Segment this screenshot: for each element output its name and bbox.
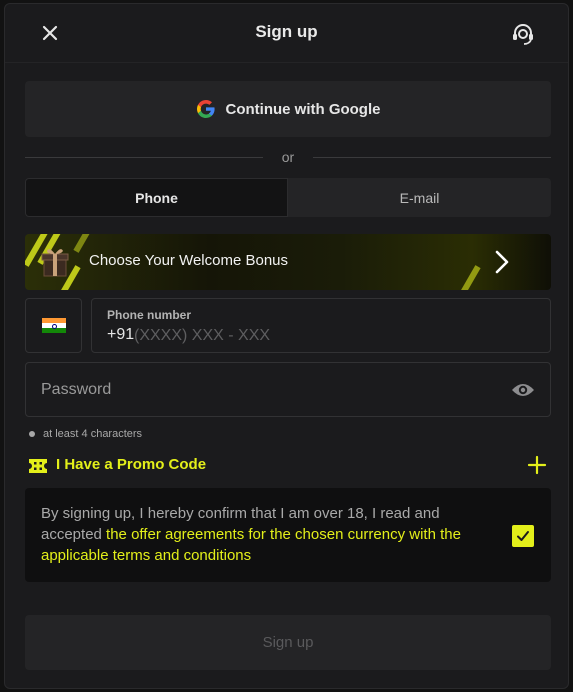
welcome-bonus-label: Choose Your Welcome Bonus bbox=[89, 252, 289, 269]
tab-email[interactable]: E-mail bbox=[288, 178, 551, 217]
chevron-right-icon bbox=[495, 250, 509, 274]
password-hint-text: at least 4 characters bbox=[43, 428, 143, 440]
country-selector[interactable] bbox=[25, 298, 82, 353]
phone-number-field: Phone number +91 bbox=[91, 298, 551, 353]
eye-icon[interactable] bbox=[511, 380, 535, 400]
headset-support-icon bbox=[513, 24, 533, 45]
promo-code-label: I Have a Promo Code bbox=[56, 456, 207, 473]
google-logo-icon bbox=[196, 100, 215, 118]
phone-number-label: Phone number bbox=[107, 308, 192, 322]
continue-with-google-label: Continue with Google bbox=[225, 100, 381, 118]
or-divider: or bbox=[25, 147, 551, 167]
password-hint: at least 4 characters bbox=[29, 428, 142, 440]
india-flag-icon bbox=[41, 317, 66, 334]
terms-agreement: By signing up, I hereby confirm that I a… bbox=[25, 488, 551, 582]
password-input[interactable] bbox=[41, 379, 481, 401]
signup-method-tabs: Phone E-mail bbox=[25, 178, 551, 217]
ticket-icon bbox=[29, 459, 47, 473]
tab-phone[interactable]: Phone bbox=[25, 178, 288, 217]
welcome-bonus-banner[interactable]: Choose Your Welcome Bonus bbox=[25, 234, 551, 290]
bullet-icon bbox=[29, 431, 35, 437]
signup-modal: Sign up Continue with Google or Phone E-… bbox=[4, 3, 569, 689]
terms-checkbox[interactable] bbox=[512, 525, 534, 547]
plus-icon bbox=[527, 455, 547, 475]
promo-code-toggle[interactable]: I Have a Promo Code bbox=[25, 453, 551, 479]
checkmark-icon bbox=[517, 531, 529, 541]
modal-header: Sign up bbox=[5, 4, 568, 63]
gift-box-icon bbox=[41, 249, 69, 277]
terms-text: By signing up, I hereby confirm that I a… bbox=[41, 503, 481, 566]
support-button[interactable] bbox=[510, 21, 536, 47]
page-title: Sign up bbox=[255, 22, 318, 41]
password-field bbox=[25, 362, 551, 417]
signup-submit-button[interactable]: Sign up bbox=[25, 615, 551, 670]
continue-with-google-button[interactable]: Continue with Google bbox=[25, 81, 551, 137]
phone-number-input[interactable] bbox=[134, 325, 514, 347]
country-code: +91 bbox=[107, 326, 135, 343]
